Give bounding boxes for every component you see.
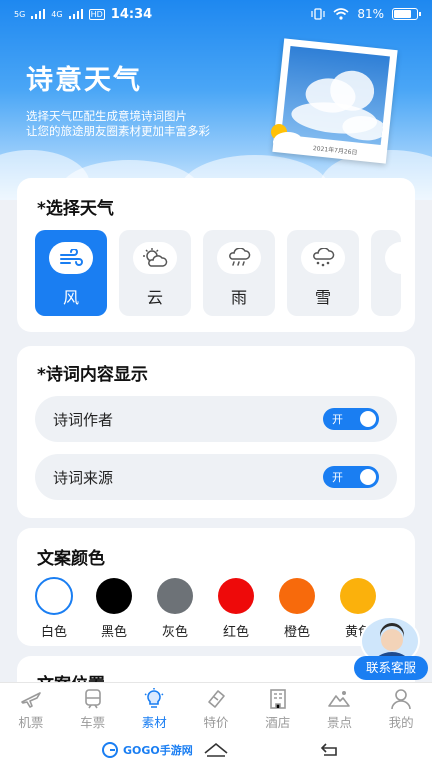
toggle-text: 开 [332,471,343,484]
color-swatch-orange[interactable] [279,578,315,614]
battery-percent: 81% [357,7,384,21]
status-time: 14:34 [110,6,153,22]
signal-5g-label: 5G [14,9,26,19]
tab-deals[interactable]: 特价 [185,683,247,734]
color-label-white: 白色 [40,625,67,640]
poem-author-row: 诗词作者 开 [35,396,397,442]
weather-option-label: 云 [146,288,163,307]
color-swatch-white[interactable] [35,577,73,615]
tab-profile[interactable]: 我的 [370,683,432,734]
color-swatch-gray[interactable] [157,578,193,614]
watermark-icon [102,742,118,758]
hero-subtitle-line1: 选择天气匹配生成意境诗词图片 [26,109,187,123]
tab-materials[interactable]: 素材 [123,683,185,734]
tab-train[interactable]: 车票 [62,683,124,734]
bulb-icon [144,688,164,708]
tab-label: 机票 [18,715,44,730]
tab-label: 我的 [388,715,414,730]
system-nav-bar: GOGO手游网 [0,734,432,768]
weather-option-cloud[interactable]: 云 [119,230,191,316]
weather-option-label: 雪 [314,288,331,307]
weather-option-more-bubble [385,242,415,274]
wifi-icon [333,8,349,20]
battery-fill [394,10,411,18]
watermark-text: GOGO手游网 [123,744,193,757]
weather-option-label: 雨 [230,288,247,307]
photo-date: 2021年7月26日 [312,144,358,157]
poem-source-label: 诗词来源 [53,469,114,487]
snow-icon [301,242,345,274]
hotel-icon [269,689,286,709]
tab-label: 景点 [326,715,352,730]
tab-label: 素材 [141,715,167,730]
sun-cloud-icon [271,124,302,148]
signal-icon [31,9,46,19]
battery-icon [392,8,421,20]
tab-label: 酒店 [265,715,291,730]
wind-icon [49,242,93,274]
poem-card: *诗词内容显示 诗词作者 开 诗词来源 开 [17,346,415,518]
color-label-orange: 橙色 [283,625,310,640]
toggle-knob [360,411,376,427]
plane-icon [21,692,41,708]
back-icon[interactable] [318,741,342,759]
hero-subtitle: 选择天气匹配生成意境诗词图片 让您的旅途朋友圈素材更加丰富多彩 [26,109,276,139]
color-label-red: 红色 [222,625,249,640]
color-section-title: 文案颜色 [37,549,105,569]
poem-author-toggle[interactable]: 开 [323,408,379,430]
toggle-text: 开 [332,413,343,426]
person-icon [391,689,411,710]
color-swatch-black[interactable] [96,578,132,614]
rain-icon [217,242,261,274]
weather-option-snow[interactable]: 雪 [287,230,359,316]
mountain-icon [328,691,351,707]
toggle-knob [360,469,376,485]
ticket-icon [208,690,225,708]
weather-option-label: 风 [62,288,79,307]
signal-4g-label: 4G [51,9,63,19]
poem-section-title: *诗词内容显示 [37,365,148,385]
tab-label: 车票 [80,715,106,730]
customer-service-widget[interactable]: 联系客服 [352,616,432,682]
bottom-tab-bar: 机票 车票 素材 特价 酒店 景点 我的 [0,682,432,734]
home-icon[interactable] [203,741,229,759]
signal-icon [68,9,83,19]
color-label-gray: 灰色 [161,625,188,640]
hero-banner: 5G 4G HD 14:34 81% 诗意天气 选择天气匹配生成意境诗词图片 让… [0,0,432,200]
hero-subtitle-line2: 让您的旅途朋友圈素材更加丰富多彩 [26,124,210,138]
vibrate-icon [311,8,325,20]
poem-author-label: 诗词作者 [53,411,114,429]
weather-option-wind[interactable]: 风 [35,230,107,316]
watermark-logo: GOGO手游网 [100,742,193,758]
weather-section-title: *选择天气 [37,199,114,219]
color-swatch-red[interactable] [218,578,254,614]
partly-cloudy-icon [133,242,177,274]
weather-option-rain[interactable]: 雨 [203,230,275,316]
color-swatch-yellow[interactable] [340,578,376,614]
poem-source-row: 诗词来源 开 [35,454,397,500]
poem-source-toggle[interactable]: 开 [323,466,379,488]
tab-sights[interactable]: 景点 [309,683,371,734]
status-bar: 5G 4G HD 14:34 81% [0,0,432,28]
weather-option-more[interactable] [371,230,415,316]
hd-badge: HD [88,8,105,20]
weather-card: *选择天气 风 云 雨 雪 [17,178,415,332]
color-label-black: 黑色 [100,625,127,640]
contact-service-button[interactable]: 联系客服 [354,656,428,680]
train-icon [84,689,101,709]
tab-flights[interactable]: 机票 [0,683,62,734]
tab-hotel[interactable]: 酒店 [247,683,309,734]
tab-label: 特价 [203,715,229,730]
page-title: 诗意天气 [26,65,142,96]
